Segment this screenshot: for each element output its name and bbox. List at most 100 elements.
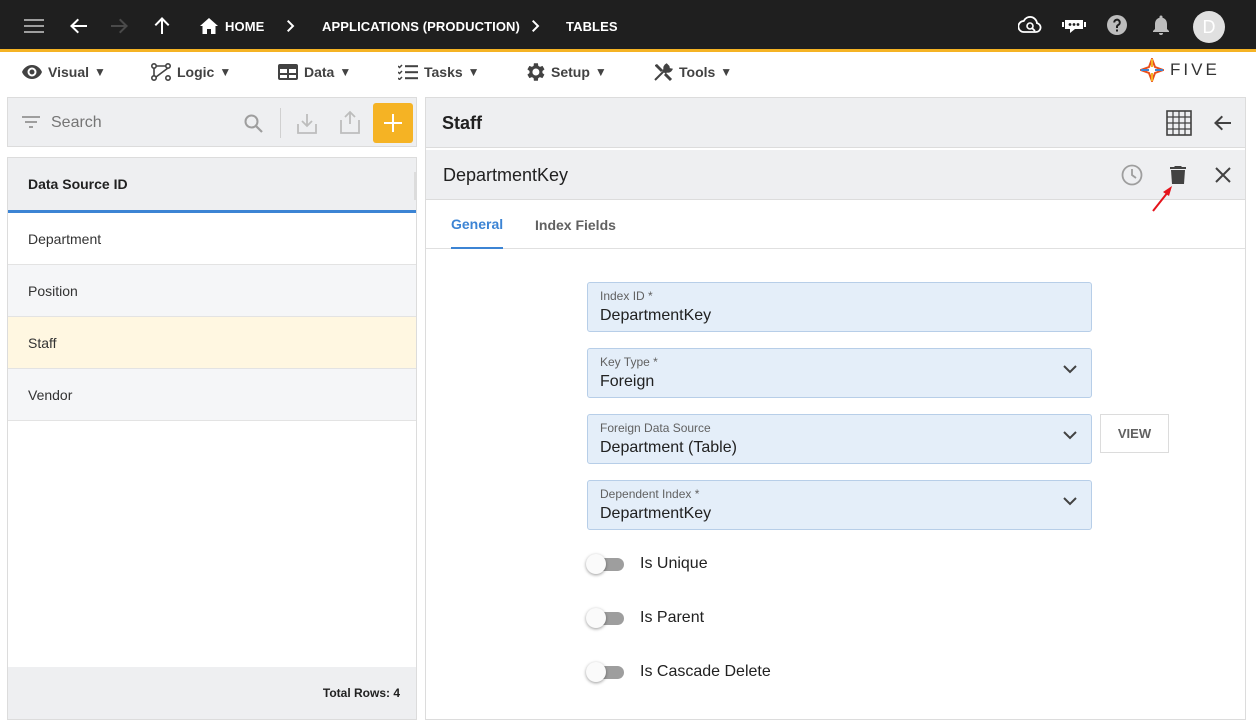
record-header: DepartmentKey — [426, 150, 1245, 200]
menu-data-label: Data — [304, 64, 335, 80]
gear-icon — [527, 63, 545, 81]
list-item-label: Department — [28, 230, 102, 247]
close-icon[interactable] — [1210, 162, 1236, 188]
column-resize-handle[interactable] — [414, 172, 416, 200]
main-menu-bar: Visual ▼ Logic ▼ Data ▼ Tasks ▼ Setup ▼ … — [0, 55, 1256, 91]
help-icon[interactable] — [1104, 12, 1130, 38]
chevron-right-icon — [532, 0, 540, 52]
list-panel: Data Source ID Department Position Staff… — [7, 97, 417, 720]
data-source-list: Data Source ID Department Position Staff… — [7, 157, 417, 720]
five-logo: FIVE — [1140, 57, 1230, 83]
menu-setup-label: Setup — [551, 64, 590, 80]
avatar[interactable]: D — [1193, 11, 1225, 43]
total-rows-label: Total Rows: 4 — [322, 686, 400, 700]
menu-data[interactable]: Data ▼ — [278, 55, 351, 89]
is-cascade-delete-toggle[interactable] — [586, 662, 624, 682]
is-parent-label: Is Parent — [640, 609, 705, 626]
list-item-selected[interactable]: Staff — [8, 317, 416, 369]
is-parent-toggle[interactable] — [586, 608, 624, 628]
key-type-label: Key Type * — [600, 355, 658, 369]
is-cascade-delete-label: Is Cascade Delete — [640, 663, 771, 680]
foreign-data-source-select[interactable]: Foreign Data Source Department (Table) — [587, 414, 1092, 464]
chevron-down-icon — [1063, 497, 1077, 506]
list-item-label: Position — [28, 282, 78, 299]
index-id-label: Index ID * — [600, 289, 653, 303]
grid-view-icon[interactable] — [1164, 108, 1194, 138]
list-footer: Total Rows: 4 — [8, 667, 416, 719]
panel-header: Staff — [426, 98, 1245, 148]
list-item[interactable]: Vendor — [8, 369, 416, 421]
cloud-sync-icon[interactable] — [1016, 12, 1044, 38]
is-unique-label: Is Unique — [640, 555, 708, 572]
import-icon[interactable] — [295, 110, 319, 136]
menu-visual[interactable]: Visual ▼ — [22, 55, 106, 89]
caret-down-icon: ▼ — [467, 65, 480, 79]
view-button[interactable]: VIEW — [1100, 414, 1169, 453]
menu-visual-label: Visual — [48, 64, 89, 80]
caret-down-icon: ▼ — [720, 65, 733, 79]
menu-logic[interactable]: Logic ▼ — [151, 55, 231, 89]
dependent-index-label: Dependent Index * — [600, 487, 700, 501]
list-item[interactable]: Position — [8, 265, 416, 317]
forward-arrow-icon[interactable] — [106, 14, 132, 38]
logic-icon — [151, 63, 171, 81]
record-title: DepartmentKey — [443, 164, 569, 185]
list-item-label: Staff — [28, 334, 57, 351]
breadcrumb-tables[interactable]: TABLES — [566, 0, 618, 52]
menu-tools[interactable]: Tools ▼ — [653, 55, 732, 89]
tab-general[interactable]: General — [451, 201, 504, 249]
back-arrow-icon[interactable] — [1210, 110, 1236, 136]
filter-icon[interactable] — [20, 111, 42, 133]
menu-tools-label: Tools — [679, 64, 716, 80]
plus-icon — [384, 114, 402, 132]
chevron-down-icon — [1063, 431, 1077, 440]
foreign-data-source-value: Department (Table) — [600, 439, 737, 456]
key-type-value: Foreign — [600, 373, 655, 390]
list-item[interactable]: Department — [8, 213, 416, 265]
dependent-index-select[interactable]: Dependent Index * DepartmentKey — [587, 480, 1092, 530]
home-icon[interactable] — [199, 16, 219, 36]
back-arrow-icon[interactable] — [66, 14, 92, 38]
list-item-label: Vendor — [28, 386, 73, 403]
export-icon[interactable] — [338, 108, 362, 136]
is-unique-toggle[interactable] — [586, 554, 624, 574]
caret-down-icon: ▼ — [94, 65, 106, 79]
dependent-index-value: DepartmentKey — [600, 505, 712, 522]
index-id-value: DepartmentKey — [600, 307, 712, 324]
tools-icon — [654, 63, 673, 82]
chat-bot-icon[interactable] — [1060, 12, 1088, 38]
search-icon[interactable] — [241, 111, 265, 135]
is-cascade-delete-row: Is Cascade Delete — [586, 657, 771, 687]
breadcrumb-home[interactable]: HOME — [225, 0, 264, 52]
column-header-data-source-id[interactable]: Data Source ID — [8, 158, 416, 213]
caret-down-icon: ▼ — [594, 65, 607, 79]
five-logo-text: FIVE — [1170, 60, 1220, 79]
breadcrumb-applications[interactable]: APPLICATIONS (PRODUCTION) — [322, 0, 520, 52]
search-input[interactable] — [51, 110, 231, 136]
caret-down-icon: ▼ — [339, 65, 352, 79]
is-parent-row: Is Parent — [586, 603, 704, 633]
menu-tasks-label: Tasks — [424, 64, 463, 80]
menu-setup[interactable]: Setup ▼ — [525, 55, 607, 89]
is-unique-row: Is Unique — [586, 549, 708, 579]
history-icon[interactable] — [1119, 162, 1145, 188]
hamburger-menu-icon[interactable] — [20, 14, 48, 38]
add-record-button[interactable] — [373, 103, 413, 143]
up-arrow-icon[interactable] — [149, 14, 175, 38]
caret-down-icon: ▼ — [219, 65, 232, 79]
five-logo-mark-icon — [1140, 58, 1164, 82]
table-icon — [278, 64, 298, 80]
toolbar-divider — [280, 108, 281, 138]
record-tabs: General Index Fields — [426, 201, 1245, 249]
search-bar — [7, 97, 417, 147]
panel-title: Staff — [442, 112, 482, 133]
index-id-field[interactable]: Index ID * DepartmentKey — [587, 282, 1092, 332]
key-type-select[interactable]: Key Type * Foreign — [587, 348, 1092, 398]
tab-index-fields[interactable]: Index Fields — [535, 201, 616, 249]
notifications-bell-icon[interactable] — [1148, 12, 1174, 38]
eye-icon — [22, 65, 42, 79]
menu-tasks[interactable]: Tasks ▼ — [398, 55, 480, 89]
column-header-label: Data Source ID — [28, 176, 128, 192]
tasks-icon — [398, 64, 418, 80]
foreign-data-source-label: Foreign Data Source — [600, 421, 711, 435]
